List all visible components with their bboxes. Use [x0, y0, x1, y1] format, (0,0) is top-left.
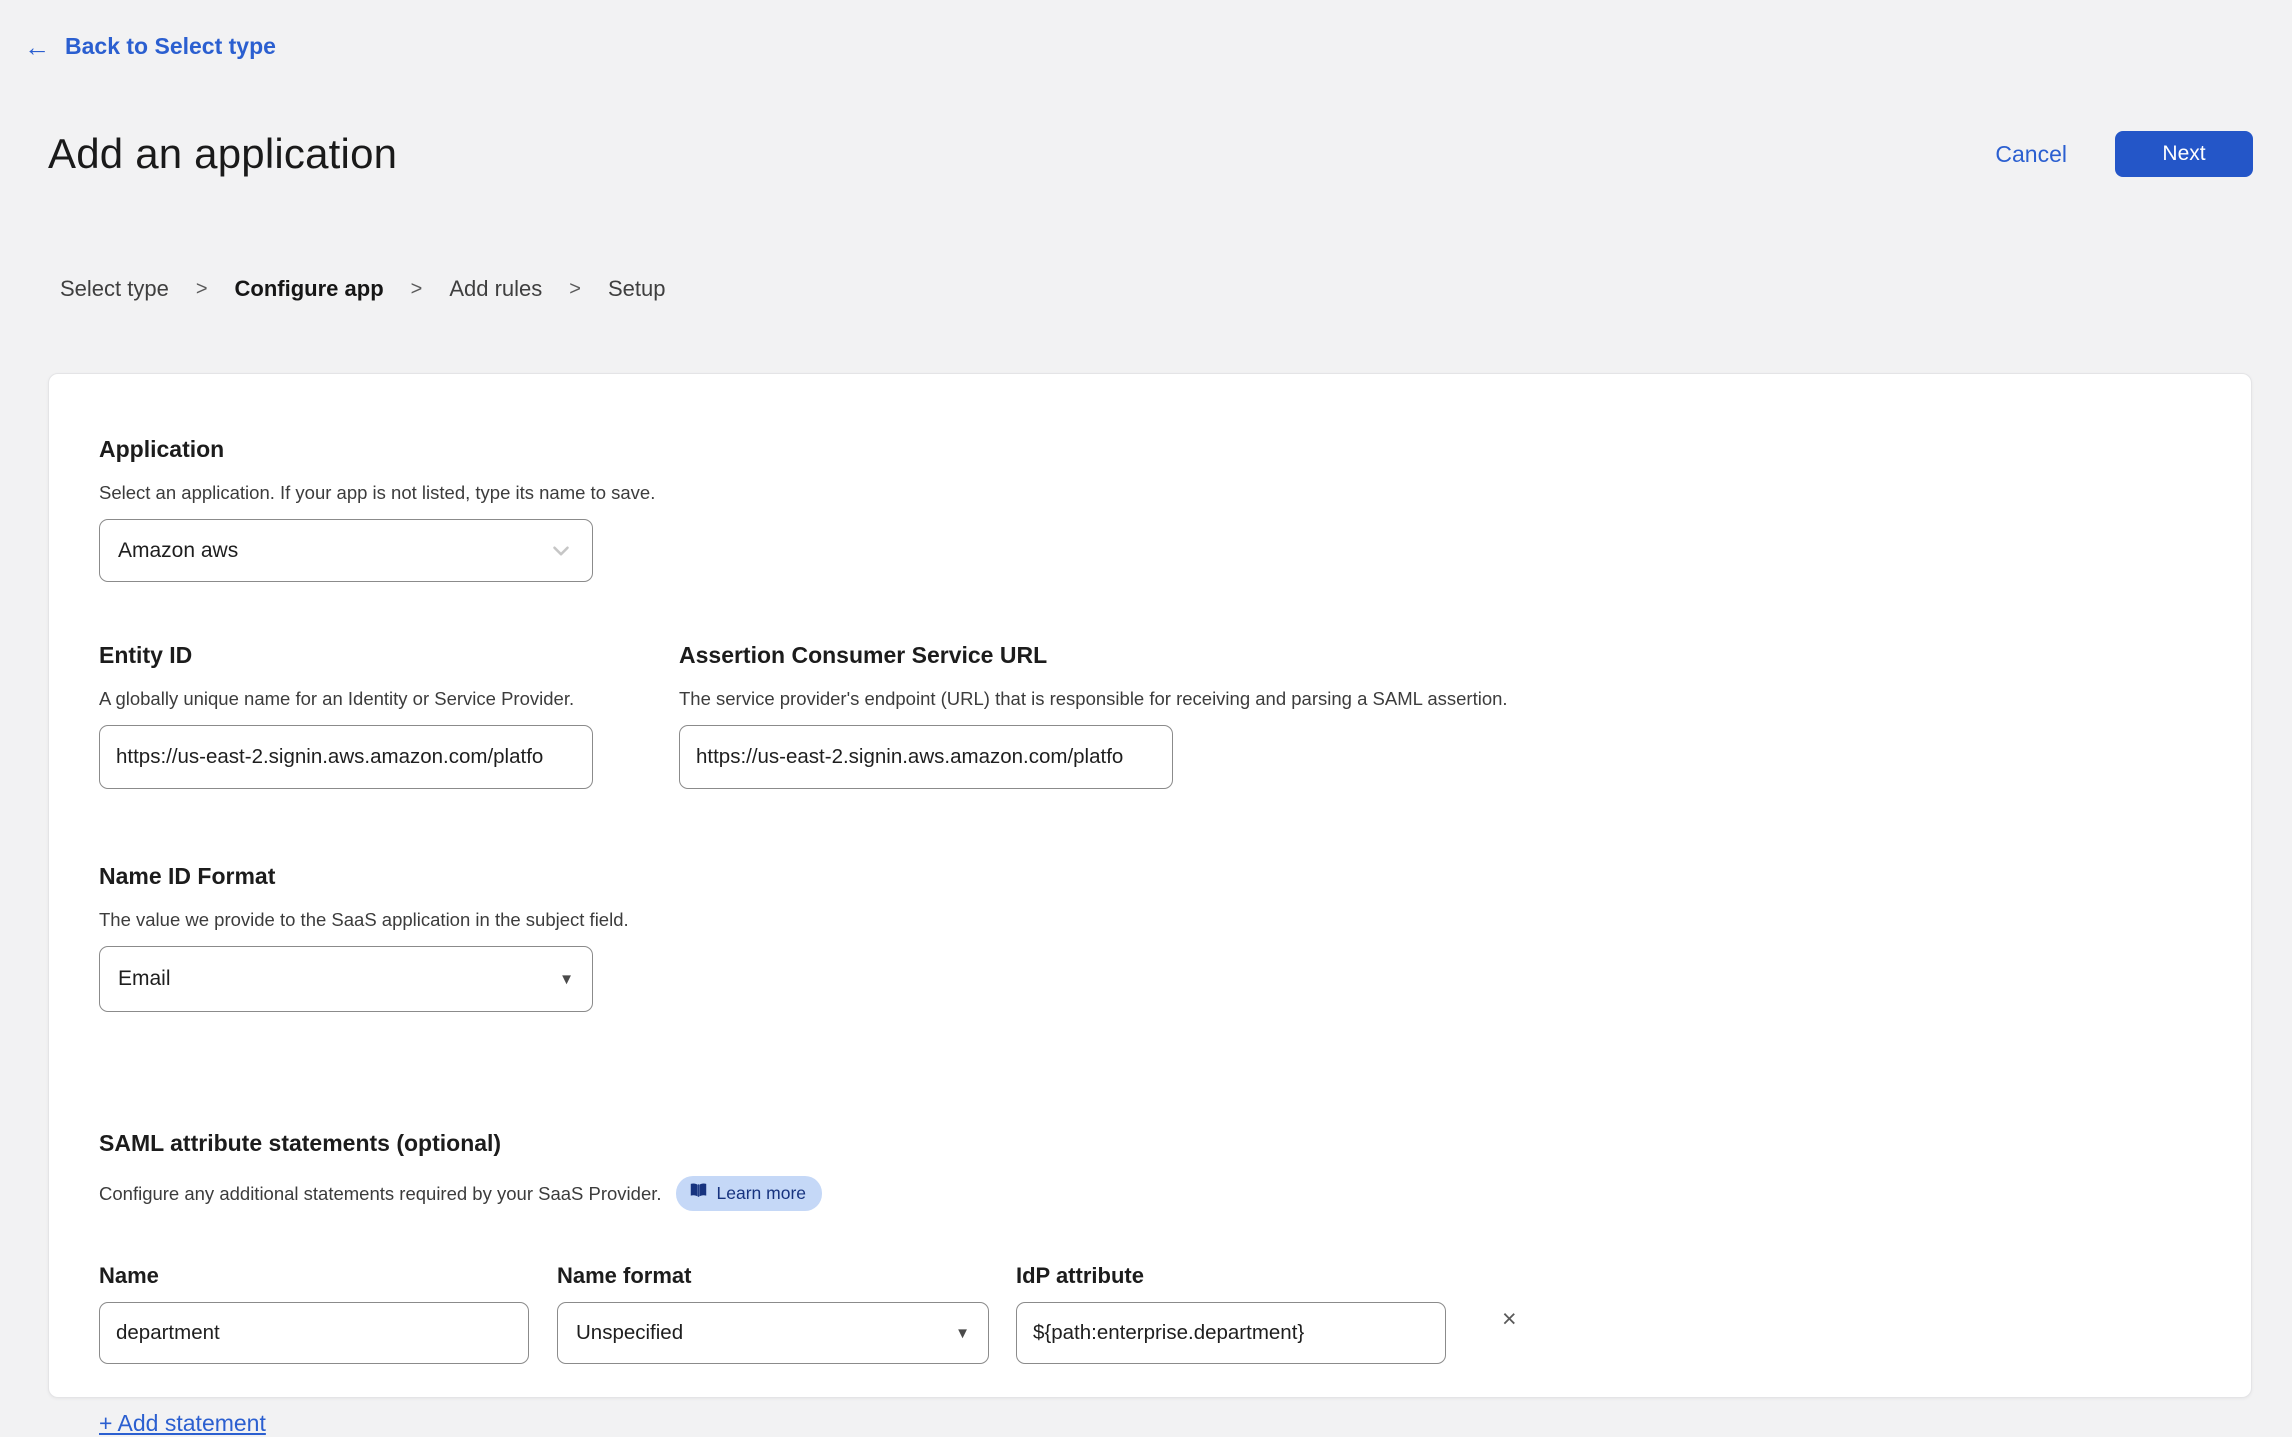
statement-name-input[interactable]	[99, 1302, 529, 1364]
statement-format-select[interactable]: Unspecified ▼	[557, 1302, 989, 1364]
application-heading: Application	[99, 436, 225, 462]
page-header: Add an application Cancel Next	[48, 130, 2253, 178]
breadcrumb-step-setup[interactable]: Setup	[608, 276, 666, 302]
cancel-button[interactable]: Cancel	[1995, 141, 2067, 168]
name-id-format-section: Name ID Format The value we provide to t…	[99, 863, 2201, 1012]
acs-url-heading: Assertion Consumer Service URL	[679, 642, 1048, 668]
saml-attributes-description: Configure any additional statements requ…	[99, 1182, 662, 1204]
application-select-value: Amazon aws	[118, 538, 239, 562]
statement-idp-field: IdP attribute	[1016, 1263, 1446, 1364]
application-section: Application Select an application. If yo…	[99, 436, 2201, 582]
acs-url-section: Assertion Consumer Service URL The servi…	[679, 642, 2201, 789]
breadcrumb-separator: >	[195, 277, 208, 300]
chevron-down-icon	[548, 538, 574, 564]
breadcrumb-separator: >	[410, 277, 423, 300]
breadcrumb-step-configure-app[interactable]: Configure app	[235, 276, 384, 302]
name-id-format-select[interactable]: Email ▼	[99, 946, 593, 1012]
saml-attributes-heading: SAML attribute statements (optional)	[99, 1130, 502, 1156]
statement-idp-input[interactable]	[1016, 1302, 1446, 1364]
page-title: Add an application	[48, 130, 398, 177]
book-icon	[689, 1182, 708, 1204]
statement-name-field: Name	[99, 1263, 529, 1364]
back-link-label: Back to Select type	[65, 33, 276, 59]
learn-more-label: Learn more	[716, 1182, 807, 1203]
entity-id-section: Entity ID A globally unique name for an …	[99, 642, 679, 789]
caret-down-icon: ▼	[559, 970, 574, 988]
next-button[interactable]: Next	[2115, 131, 2253, 177]
statement-name-label: Name	[99, 1263, 159, 1288]
breadcrumb: Select type > Configure app > Add rules …	[60, 276, 665, 302]
header-actions: Cancel Next	[1995, 131, 2253, 177]
statement-idp-label: IdP attribute	[1016, 1263, 1144, 1288]
learn-more-button[interactable]: Learn more	[675, 1176, 823, 1211]
entity-id-heading: Entity ID	[99, 642, 193, 668]
caret-down-icon: ▼	[955, 1324, 970, 1342]
add-statement-link[interactable]: + Add statement	[99, 1410, 266, 1437]
breadcrumb-separator: >	[569, 277, 581, 300]
statement-format-field: Name format Unspecified ▼	[557, 1263, 989, 1364]
name-id-format-select-value: Email	[118, 967, 171, 990]
breadcrumb-step-add-rules[interactable]: Add rules	[449, 276, 542, 302]
saml-attributes-section: SAML attribute statements (optional) Con…	[99, 1130, 2201, 1437]
name-id-format-description: The value we provide to the SaaS applica…	[99, 909, 629, 930]
configure-app-card: Application Select an application. If yo…	[48, 373, 2252, 1436]
application-select[interactable]: Amazon aws	[99, 519, 593, 582]
saml-attributes-description-row: Configure any additional statements requ…	[99, 1176, 2201, 1211]
saml-endpoints-row: Entity ID A globally unique name for an …	[99, 642, 2201, 789]
application-description: Select an application. If your app is no…	[99, 482, 656, 503]
breadcrumb-step-select-type[interactable]: Select type	[60, 276, 169, 302]
acs-url-description: The service provider's endpoint (URL) th…	[679, 688, 1508, 709]
name-id-format-heading: Name ID Format	[99, 863, 276, 889]
saml-statement-row: Name Name format Unspecified ▼ IdP attri…	[99, 1263, 2201, 1364]
remove-statement-button[interactable]: ×	[1502, 1307, 1517, 1332]
entity-id-input[interactable]	[99, 725, 593, 789]
statement-format-label: Name format	[557, 1263, 692, 1288]
back-arrow-icon: ←	[24, 31, 50, 62]
entity-id-description: A globally unique name for an Identity o…	[99, 688, 575, 709]
acs-url-input[interactable]	[679, 725, 1173, 789]
back-to-select-type-link[interactable]: ← Back to Select type	[24, 33, 276, 60]
statement-format-select-value: Unspecified	[576, 1321, 684, 1344]
